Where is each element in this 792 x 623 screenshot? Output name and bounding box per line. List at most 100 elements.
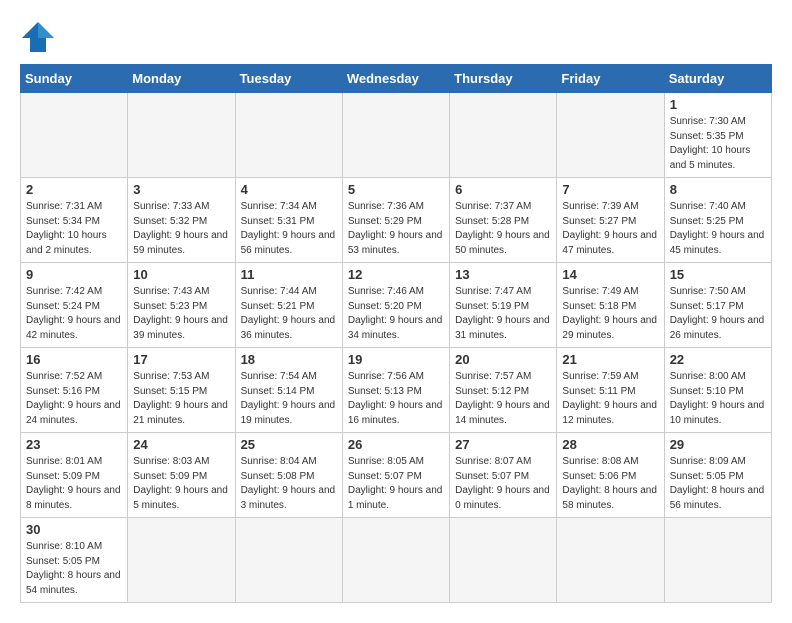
calendar-cell: 30 Sunrise: 8:10 AM Sunset: 5:05 PM Dayli… <box>21 518 128 603</box>
day-info: Sunrise: 7:59 AM Sunset: 5:11 PM Dayligh… <box>562 370 658 428</box>
day-info: Sunrise: 7:36 AM Sunset: 5:29 PM Dayligh… <box>348 200 444 258</box>
day-info: Sunrise: 7:46 AM Sunset: 5:20 PM Dayligh… <box>348 285 444 343</box>
calendar-week-4: 23 Sunrise: 8:01 AM Sunset: 5:09 PM Dayli… <box>21 433 772 518</box>
day-info: Sunrise: 7:49 AM Sunset: 5:18 PM Dayligh… <box>562 285 658 343</box>
day-number: 24 <box>133 437 229 452</box>
day-number: 15 <box>670 267 766 282</box>
calendar-cell <box>557 518 664 603</box>
day-info: Sunrise: 7:50 AM Sunset: 5:17 PM Dayligh… <box>670 285 766 343</box>
day-number: 22 <box>670 352 766 367</box>
day-info: Sunrise: 7:40 AM Sunset: 5:25 PM Dayligh… <box>670 200 766 258</box>
calendar-cell: 11 Sunrise: 7:44 AM Sunset: 5:21 PM Dayli… <box>235 263 342 348</box>
day-info: Sunrise: 7:54 AM Sunset: 5:14 PM Dayligh… <box>241 370 337 428</box>
day-number: 5 <box>348 182 444 197</box>
day-number: 18 <box>241 352 337 367</box>
weekday-header-tuesday: Tuesday <box>235 65 342 93</box>
calendar-cell <box>557 93 664 178</box>
day-number: 14 <box>562 267 658 282</box>
day-info: Sunrise: 7:44 AM Sunset: 5:21 PM Dayligh… <box>241 285 337 343</box>
day-number: 30 <box>26 522 122 537</box>
calendar-cell: 6 Sunrise: 7:37 AM Sunset: 5:28 PM Daylig… <box>450 178 557 263</box>
calendar-cell: 12 Sunrise: 7:46 AM Sunset: 5:20 PM Dayli… <box>342 263 449 348</box>
calendar-cell: 25 Sunrise: 8:04 AM Sunset: 5:08 PM Dayli… <box>235 433 342 518</box>
calendar-cell: 27 Sunrise: 8:07 AM Sunset: 5:07 PM Dayli… <box>450 433 557 518</box>
day-info: Sunrise: 8:09 AM Sunset: 5:05 PM Dayligh… <box>670 455 766 513</box>
weekday-header-monday: Monday <box>128 65 235 93</box>
calendar-cell <box>342 93 449 178</box>
calendar-week-1: 2Sunrise: 7:31 AM Sunset: 5:34 PM Daylig… <box>21 178 772 263</box>
calendar-cell <box>235 93 342 178</box>
day-number: 13 <box>455 267 551 282</box>
calendar-cell <box>342 518 449 603</box>
day-number: 25 <box>241 437 337 452</box>
calendar-cell: 24 Sunrise: 8:03 AM Sunset: 5:09 PM Dayli… <box>128 433 235 518</box>
day-info: Sunrise: 8:08 AM Sunset: 5:06 PM Dayligh… <box>562 455 658 513</box>
calendar-week-5: 30 Sunrise: 8:10 AM Sunset: 5:05 PM Dayli… <box>21 518 772 603</box>
day-info: Sunrise: 7:37 AM Sunset: 5:28 PM Dayligh… <box>455 200 551 258</box>
day-info: Sunrise: 7:57 AM Sunset: 5:12 PM Dayligh… <box>455 370 551 428</box>
calendar-cell <box>450 93 557 178</box>
day-info: Sunrise: 8:04 AM Sunset: 5:08 PM Dayligh… <box>241 455 337 513</box>
calendar-cell <box>21 93 128 178</box>
day-info: Sunrise: 7:43 AM Sunset: 5:23 PM Dayligh… <box>133 285 229 343</box>
calendar-cell: 2Sunrise: 7:31 AM Sunset: 5:34 PM Daylig… <box>21 178 128 263</box>
weekday-header-wednesday: Wednesday <box>342 65 449 93</box>
calendar-cell: 4Sunrise: 7:34 AM Sunset: 5:31 PM Daylig… <box>235 178 342 263</box>
weekday-header-thursday: Thursday <box>450 65 557 93</box>
day-number: 20 <box>455 352 551 367</box>
calendar-cell: 19Sunrise: 7:56 AM Sunset: 5:13 PM Dayli… <box>342 348 449 433</box>
page-header <box>20 20 772 54</box>
calendar-cell: 20 Sunrise: 7:57 AM Sunset: 5:12 PM Dayli… <box>450 348 557 433</box>
calendar-cell: 13 Sunrise: 7:47 AM Sunset: 5:19 PM Dayli… <box>450 263 557 348</box>
day-number: 21 <box>562 352 658 367</box>
day-number: 4 <box>241 182 337 197</box>
calendar-week-0: 1Sunrise: 7:30 AM Sunset: 5:35 PM Daylig… <box>21 93 772 178</box>
day-number: 8 <box>670 182 766 197</box>
calendar-cell: 15 Sunrise: 7:50 AM Sunset: 5:17 PM Dayli… <box>664 263 771 348</box>
calendar-cell: 7Sunrise: 7:39 AM Sunset: 5:27 PM Daylig… <box>557 178 664 263</box>
day-number: 29 <box>670 437 766 452</box>
day-info: Sunrise: 7:31 AM Sunset: 5:34 PM Dayligh… <box>26 200 122 258</box>
calendar-week-2: 9Sunrise: 7:42 AM Sunset: 5:24 PM Daylig… <box>21 263 772 348</box>
day-number: 23 <box>26 437 122 452</box>
day-number: 9 <box>26 267 122 282</box>
day-number: 28 <box>562 437 658 452</box>
day-number: 10 <box>133 267 229 282</box>
day-info: Sunrise: 8:01 AM Sunset: 5:09 PM Dayligh… <box>26 455 122 513</box>
calendar-cell <box>450 518 557 603</box>
calendar-cell <box>128 518 235 603</box>
calendar-cell <box>128 93 235 178</box>
calendar-header-row: SundayMondayTuesdayWednesdayThursdayFrid… <box>21 65 772 93</box>
day-number: 27 <box>455 437 551 452</box>
calendar-cell: 26 Sunrise: 8:05 AM Sunset: 5:07 PM Dayli… <box>342 433 449 518</box>
calendar-cell: 28 Sunrise: 8:08 AM Sunset: 5:06 PM Dayli… <box>557 433 664 518</box>
day-info: Sunrise: 7:33 AM Sunset: 5:32 PM Dayligh… <box>133 200 229 258</box>
day-info: Sunrise: 8:03 AM Sunset: 5:09 PM Dayligh… <box>133 455 229 513</box>
day-info: Sunrise: 8:07 AM Sunset: 5:07 PM Dayligh… <box>455 455 551 513</box>
day-number: 26 <box>348 437 444 452</box>
calendar-cell: 29 Sunrise: 8:09 AM Sunset: 5:05 PM Dayli… <box>664 433 771 518</box>
logo-icon <box>20 20 56 54</box>
calendar-cell: 22 Sunrise: 8:00 AM Sunset: 5:10 PM Dayli… <box>664 348 771 433</box>
day-number: 1 <box>670 97 766 112</box>
calendar-cell: 3Sunrise: 7:33 AM Sunset: 5:32 PM Daylig… <box>128 178 235 263</box>
day-info: Sunrise: 7:52 AM Sunset: 5:16 PM Dayligh… <box>26 370 122 428</box>
day-number: 19 <box>348 352 444 367</box>
calendar-cell: 9Sunrise: 7:42 AM Sunset: 5:24 PM Daylig… <box>21 263 128 348</box>
day-info: Sunrise: 8:05 AM Sunset: 5:07 PM Dayligh… <box>348 455 444 513</box>
day-info: Sunrise: 7:47 AM Sunset: 5:19 PM Dayligh… <box>455 285 551 343</box>
day-number: 6 <box>455 182 551 197</box>
weekday-header-sunday: Sunday <box>21 65 128 93</box>
day-info: Sunrise: 8:00 AM Sunset: 5:10 PM Dayligh… <box>670 370 766 428</box>
day-number: 12 <box>348 267 444 282</box>
calendar-cell <box>664 518 771 603</box>
calendar-cell: 10 Sunrise: 7:43 AM Sunset: 5:23 PM Dayli… <box>128 263 235 348</box>
weekday-header-friday: Friday <box>557 65 664 93</box>
calendar-cell: 1Sunrise: 7:30 AM Sunset: 5:35 PM Daylig… <box>664 93 771 178</box>
day-number: 7 <box>562 182 658 197</box>
day-number: 11 <box>241 267 337 282</box>
day-info: Sunrise: 8:10 AM Sunset: 5:05 PM Dayligh… <box>26 540 122 598</box>
calendar-cell: 16Sunrise: 7:52 AM Sunset: 5:16 PM Dayli… <box>21 348 128 433</box>
calendar-table: SundayMondayTuesdayWednesdayThursdayFrid… <box>20 64 772 603</box>
calendar-cell <box>235 518 342 603</box>
